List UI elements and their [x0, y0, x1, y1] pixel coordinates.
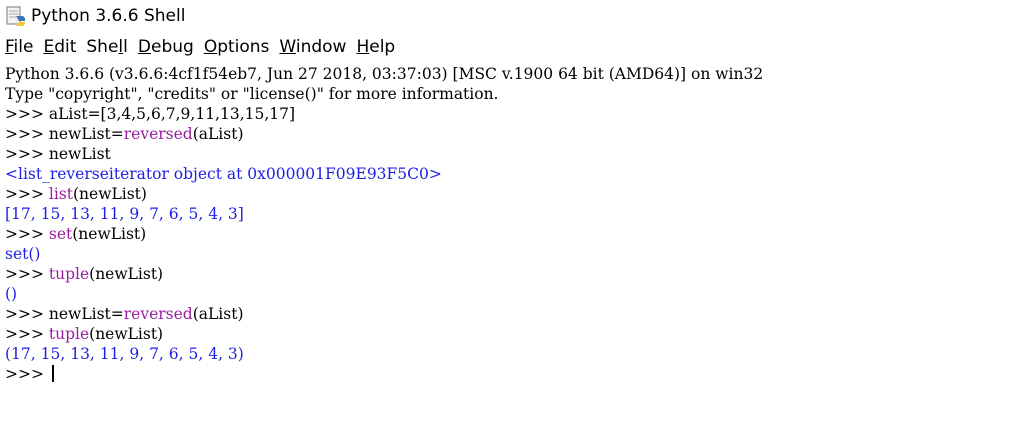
- input-line: >>> newList: [5, 145, 111, 163]
- window-title: Python 3.6.6 Shell: [31, 6, 186, 26]
- banner-line: Python 3.6.6 (v3.6.6:4cf1f54eb7, Jun 27 …: [5, 65, 764, 83]
- input-line: >>> aList=[3,4,5,6,7,9,11,13,15,17]: [5, 105, 296, 123]
- input-line: >>> newList=reversed(aList): [5, 125, 244, 143]
- menu-file[interactable]: File: [0, 37, 38, 57]
- output-line: set(): [5, 245, 41, 263]
- banner-info-line: Type "copyright", "credits" or "license(…: [5, 85, 499, 103]
- current-prompt-line[interactable]: >>>: [5, 364, 54, 384]
- menu-options[interactable]: Options: [199, 37, 275, 57]
- input-line: >>> tuple(newList): [5, 265, 164, 283]
- input-line: >>> newList=reversed(aList): [5, 305, 244, 323]
- menu-edit[interactable]: Edit: [38, 37, 81, 57]
- output-line: [17, 15, 13, 11, 9, 7, 6, 5, 4, 3]: [5, 205, 244, 223]
- shell-text-area[interactable]: Python 3.6.6 (v3.6.6:4cf1f54eb7, Jun 27 …: [0, 64, 1018, 429]
- output-line: (17, 15, 13, 11, 9, 7, 6, 5, 4, 3): [5, 345, 244, 363]
- input-line: >>> tuple(newList): [5, 325, 164, 343]
- text-cursor: [51, 365, 54, 382]
- python-idle-icon: [6, 6, 25, 26]
- output-line: <list_reverseiterator object at 0x000001…: [5, 165, 442, 183]
- input-line: >>> set(newList): [5, 225, 147, 243]
- menu-window[interactable]: Window: [274, 37, 351, 57]
- menu-bar: File Edit Shell Debug Options Window Hel…: [0, 34, 1018, 60]
- menu-help[interactable]: Help: [351, 37, 400, 57]
- output-line: (): [5, 285, 18, 303]
- title-bar: Python 3.6.6 Shell: [0, 0, 1018, 32]
- menu-shell[interactable]: Shell: [81, 37, 133, 57]
- input-line: >>> list(newList): [5, 185, 147, 203]
- menu-debug[interactable]: Debug: [133, 37, 199, 57]
